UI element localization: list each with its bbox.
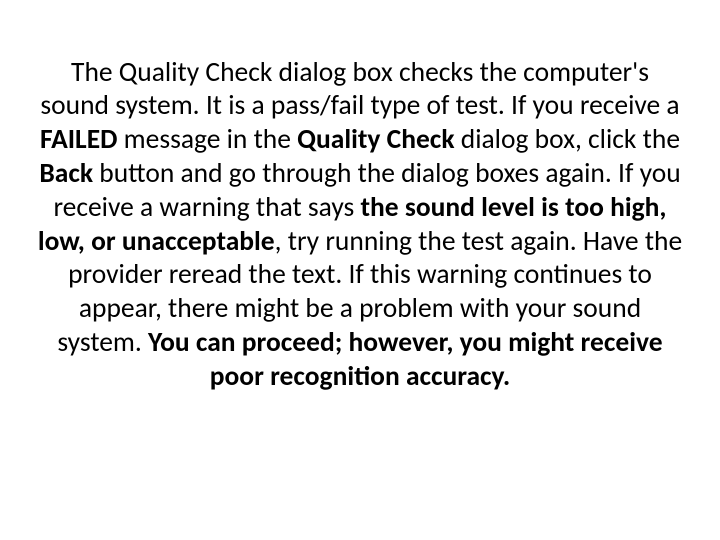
text-run: message in the [117,123,297,156]
slide: The Quality Check dialog box checks the … [0,0,720,540]
bold-failed: FAILED [40,123,117,156]
bold-back: Back [39,157,93,190]
text-run: dialog box, click the [455,123,680,156]
bold-quality-check: Quality Check [297,123,454,156]
bold-proceed: You can proceed; however, you might rece… [148,326,663,393]
text-run: The Quality Check dialog box checks the … [40,56,679,123]
body-paragraph: The Quality Check dialog box checks the … [34,56,686,394]
